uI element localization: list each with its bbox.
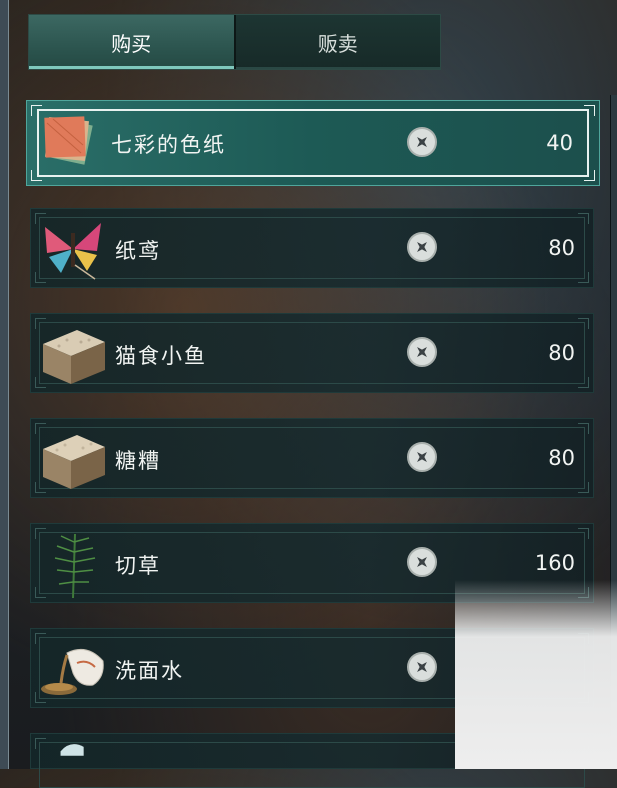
item-name: 糖糟 (115, 449, 161, 473)
list-item-cat-food-fish[interactable]: 猫食小鱼 80 (30, 313, 594, 393)
item-price: 80 (548, 446, 575, 470)
coin-icon (407, 232, 437, 262)
tab-buy[interactable]: 购买 (29, 15, 234, 69)
pouring-vase-icon (41, 648, 104, 695)
frame-corner (578, 318, 589, 329)
item-price: 80 (548, 341, 575, 365)
coin-icon (407, 127, 437, 157)
item-name: 切草 (115, 554, 161, 578)
item-name: 纸鸢 (115, 239, 161, 263)
tab-sell[interactable]: 贩卖 (233, 15, 440, 69)
frame-corner (584, 105, 595, 116)
frame-corner (578, 377, 589, 388)
grass-sprig-icon (54, 533, 96, 599)
frame-corner (578, 272, 589, 283)
item-name: 洗面水 (115, 659, 184, 683)
list-item-kite[interactable]: 纸鸢 80 (30, 208, 594, 288)
coin-icon (407, 337, 437, 367)
frame-corner (578, 213, 589, 224)
panel-left-edge (0, 0, 9, 769)
coin-icon (407, 547, 437, 577)
list-item-sugar-residue[interactable]: 糖糟 80 (30, 418, 594, 498)
food-crate-icon (43, 330, 105, 384)
item-price: 40 (546, 131, 573, 155)
item-price: 80 (548, 236, 575, 260)
frame-corner (578, 482, 589, 493)
overlay-fade (455, 580, 617, 769)
frame-corner (578, 528, 589, 539)
frame-corner (578, 423, 589, 434)
food-crate-icon (43, 435, 105, 489)
list-item-colored-paper[interactable]: 七彩的色纸 40 (26, 100, 600, 186)
coin-icon (407, 652, 437, 682)
colored-paper-icon (44, 116, 93, 165)
item-icon (60, 744, 84, 756)
shop-tabs: 购买 贩卖 (28, 14, 441, 70)
butterfly-kite-icon (45, 223, 101, 280)
item-price: 160 (534, 551, 575, 575)
item-name: 猫食小鱼 (115, 344, 207, 368)
item-name: 七彩的色纸 (111, 133, 226, 157)
coin-icon (407, 442, 437, 472)
frame-corner (584, 170, 595, 181)
